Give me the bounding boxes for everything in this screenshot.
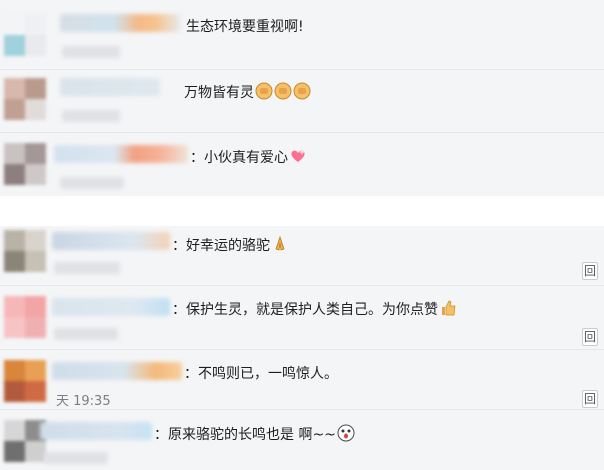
- comment-text: 万物皆有灵: [184, 82, 311, 102]
- comment-row: ：保护生灵，就是保护人类自己。为你点赞 回: [0, 286, 604, 350]
- avatar[interactable]: [4, 143, 46, 185]
- surprised-emoji-icon: [336, 424, 355, 443]
- comment-row: ：好幸运的骆驼 回: [0, 226, 604, 286]
- username[interactable]: [52, 232, 170, 250]
- comment-text-body: ：保护生灵，就是保护人类自己。为你点赞: [172, 302, 438, 318]
- reply-button[interactable]: 回: [582, 262, 598, 280]
- username[interactable]: [52, 298, 170, 316]
- reply-button[interactable]: 回: [582, 390, 598, 408]
- thumbs-up-emoji-icon: [438, 300, 457, 318]
- timestamp: [54, 328, 118, 340]
- avatar[interactable]: [4, 230, 46, 272]
- username[interactable]: [54, 145, 188, 163]
- avatar[interactable]: [4, 296, 46, 338]
- reply-button[interactable]: 回: [582, 328, 598, 346]
- comments-panel-top: 生态环境要重视啊! 万物皆有灵 ：小伙真有爱心: [0, 0, 604, 196]
- avatar[interactable]: [4, 360, 46, 402]
- comment-row: 万物皆有灵: [0, 70, 604, 133]
- heart-emoji-icon: [288, 149, 307, 166]
- comment-text: ：小伙真有爱心: [190, 147, 307, 167]
- comment-text-body: ：原来骆驼的长鸣也是 啊~~: [154, 427, 336, 443]
- comment-text: ：原来骆驼的长鸣也是 啊~~: [154, 424, 355, 444]
- fist-emoji-icon: [254, 82, 311, 101]
- comments-panel-bottom: ：好幸运的骆驼 回 ：保护生灵，就是保护人类自己。为你点赞 回 天 19:35 …: [0, 226, 604, 470]
- comment-text: 生态环境要重视啊!: [186, 19, 304, 35]
- username[interactable]: [60, 14, 180, 32]
- username[interactable]: [52, 362, 182, 380]
- timestamp: [60, 177, 124, 189]
- username[interactable]: [60, 78, 160, 96]
- comment-text: ：好幸运的骆驼: [172, 235, 289, 255]
- comment-text-body: 万物皆有灵: [184, 85, 254, 101]
- comment-text: ：不鸣则已，一鸣惊人。: [184, 366, 338, 382]
- comment-text: ：保护生灵，就是保护人类自己。为你点赞: [172, 299, 457, 319]
- avatar[interactable]: [4, 14, 46, 56]
- timestamp: 天 19:35: [56, 394, 111, 409]
- comment-row: 生态环境要重视啊!: [0, 0, 604, 70]
- avatar[interactable]: [4, 78, 46, 120]
- timestamp: [54, 262, 120, 274]
- timestamp: [62, 46, 120, 58]
- comment-row: ：小伙真有爱心: [0, 133, 604, 196]
- timestamp: [44, 452, 108, 464]
- comment-text-body: ：小伙真有爱心: [190, 150, 288, 166]
- username[interactable]: [40, 422, 152, 440]
- comment-row: 天 19:35 ：不鸣则已，一鸣惊人。 回: [0, 350, 604, 410]
- timestamp: [62, 110, 120, 122]
- comment-text-body: ：好幸运的骆驼: [172, 238, 270, 254]
- comment-row: ：原来骆驼的长鸣也是 啊~~: [0, 410, 604, 470]
- pray-emoji-icon: [270, 235, 289, 254]
